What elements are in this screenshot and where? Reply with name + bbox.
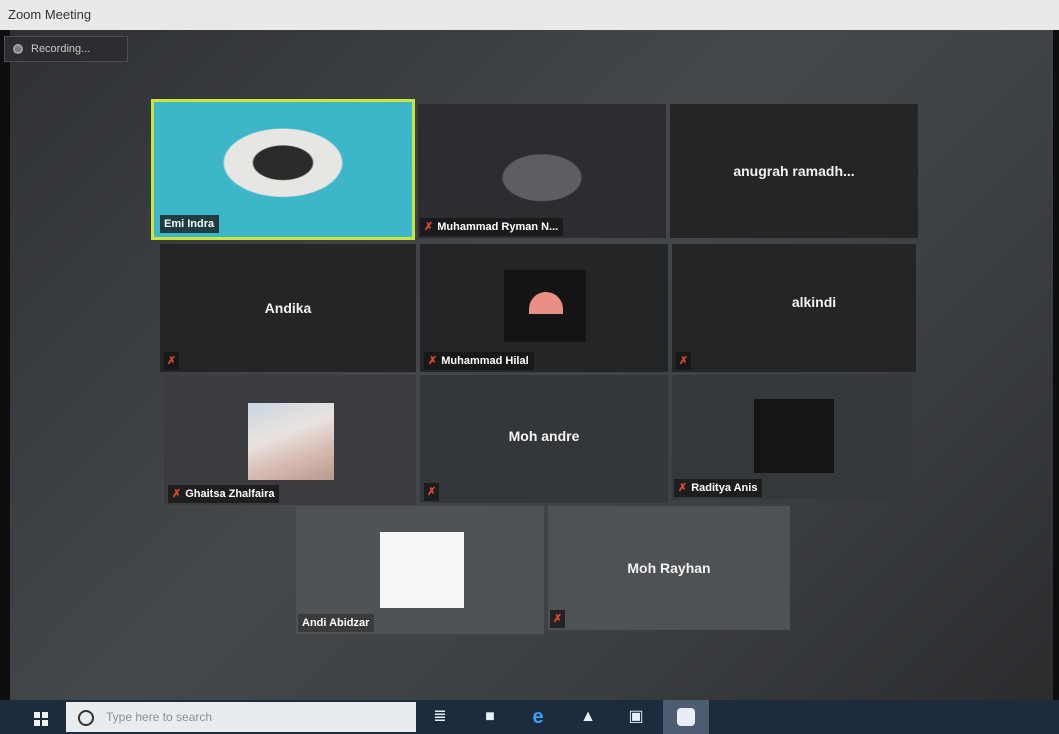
profile-picture bbox=[504, 270, 586, 342]
participant-name-tag: ✗ bbox=[550, 610, 566, 628]
participant-name-tag: ✗ bbox=[676, 352, 692, 370]
participant-name: Muhammad Hilal bbox=[441, 355, 529, 367]
profile-picture bbox=[248, 403, 334, 480]
recording-indicator[interactable]: Recording... bbox=[4, 36, 128, 62]
participant-tile-muhammad-hilal[interactable]: ✗ Muhammad Hilal bbox=[420, 244, 668, 372]
participant-name: Emi Indra bbox=[164, 218, 215, 230]
zoom-icon bbox=[677, 708, 695, 726]
record-icon bbox=[13, 44, 23, 54]
mic-muted-icon: ✗ bbox=[678, 482, 688, 494]
participant-center-name: alkindi bbox=[791, 293, 837, 310]
participant-name: Raditya Anis bbox=[691, 482, 758, 494]
window-title: Zoom Meeting bbox=[0, 0, 1059, 30]
participant-name-tag: ✗ Muhammad Ryman N... bbox=[420, 218, 564, 236]
mic-muted-icon: ✗ bbox=[427, 486, 437, 498]
mail-icon[interactable]: ▲ bbox=[578, 707, 598, 727]
participant-tile-alkindi[interactable]: alkindi ✗ bbox=[672, 244, 916, 372]
participant-name-tag: ✗ Muhammad Hilal bbox=[424, 352, 534, 370]
mic-muted-icon: ✗ bbox=[428, 355, 438, 367]
file-explorer-icon[interactable]: ■ bbox=[480, 707, 500, 727]
cortana-icon bbox=[78, 710, 94, 726]
participant-tile-ghaitsa[interactable]: ✗ Ghaitsa Zhalfaira bbox=[164, 375, 416, 505]
participant-name: Muhammad Ryman N... bbox=[437, 221, 559, 233]
screen-bezel-right bbox=[1053, 30, 1059, 734]
profile-picture bbox=[380, 532, 464, 608]
participant-tile-anugrah[interactable]: anugrah ramadh... bbox=[670, 104, 918, 238]
participant-name-tag: Andi Abidzar bbox=[298, 614, 375, 632]
participant-center-name: Moh andre bbox=[508, 428, 580, 445]
participant-tile-raditya[interactable]: ✗ Raditya Anis bbox=[672, 375, 912, 499]
participant-name-tag: Emi Indra bbox=[160, 215, 220, 233]
search-placeholder: Type here to search bbox=[106, 710, 213, 724]
participant-center-name: Andika bbox=[264, 300, 312, 316]
participant-name-tag: ✗ bbox=[424, 483, 440, 501]
zoom-app-button[interactable] bbox=[663, 700, 709, 734]
mic-muted-icon: ✗ bbox=[172, 488, 182, 500]
profile-picture bbox=[754, 399, 834, 473]
mountain-avatar-icon bbox=[529, 292, 563, 314]
mic-muted-icon: ✗ bbox=[679, 355, 689, 367]
screen-bezel-left bbox=[0, 30, 10, 734]
participant-name-tag: ✗ Raditya Anis bbox=[674, 479, 763, 497]
store-icon[interactable]: ▣ bbox=[626, 707, 646, 727]
participant-center-name: anugrah ramadh... bbox=[733, 163, 855, 179]
edge-icon[interactable]: e bbox=[528, 707, 548, 727]
participant-name: Ghaitsa Zhalfaira bbox=[185, 488, 275, 500]
participant-tile-moh-andre[interactable]: Moh andre ✗ bbox=[420, 375, 668, 503]
participant-name-tag: ✗ Ghaitsa Zhalfaira bbox=[168, 485, 280, 503]
task-view-icon[interactable]: ≣ bbox=[430, 707, 450, 727]
participant-tile-moh-rayhan[interactable]: Moh Rayhan ✗ bbox=[548, 506, 790, 630]
windows-start-icon[interactable] bbox=[34, 712, 48, 726]
participant-name-tag: ✗ bbox=[164, 352, 180, 370]
taskbar-search-input[interactable]: Type here to search bbox=[66, 702, 416, 732]
participant-tile-muhammad-ryman[interactable]: ✗ Muhammad Ryman N... bbox=[418, 104, 666, 238]
mic-muted-icon: ✗ bbox=[167, 355, 177, 367]
recording-label: Recording... bbox=[31, 43, 91, 55]
participant-center-name: Moh Rayhan bbox=[627, 560, 711, 576]
mic-muted-icon: ✗ bbox=[424, 221, 434, 233]
mic-muted-icon: ✗ bbox=[553, 613, 563, 625]
participant-tile-andi-abidzar[interactable]: Andi Abidzar bbox=[296, 506, 544, 634]
participant-name: Andi Abidzar bbox=[302, 617, 370, 629]
windows-taskbar: Type here to search ≣ ■ e ▲ ▣ bbox=[0, 700, 1059, 734]
participant-tile-emi-indra[interactable]: Emi Indra bbox=[151, 99, 415, 240]
participant-tile-andika[interactable]: Andika ✗ bbox=[160, 244, 416, 372]
